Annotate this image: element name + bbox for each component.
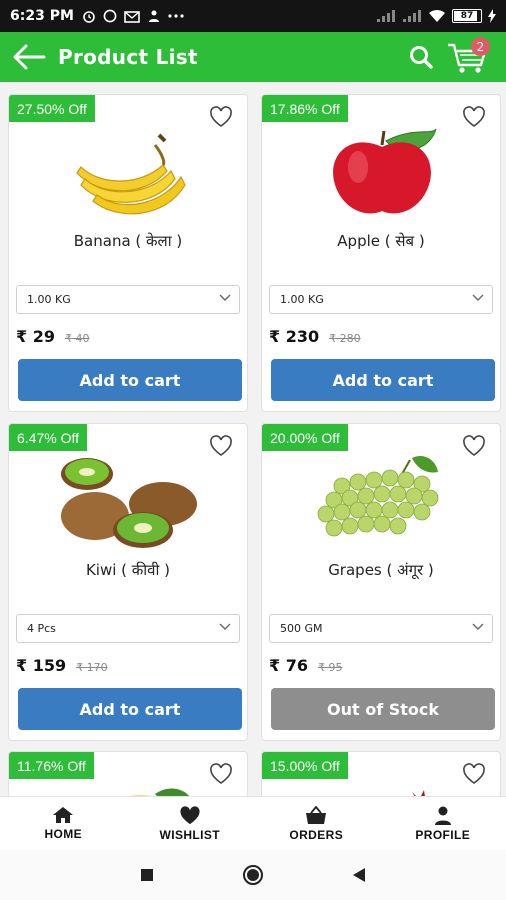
original-price: ₹ 170	[76, 661, 108, 674]
product-name: Kiwi ( कीवी )	[85, 561, 171, 579]
add-to-cart-button[interactable]: Add to cart	[18, 688, 242, 730]
chevron-down-icon	[219, 294, 231, 301]
back-button[interactable]	[0, 32, 58, 82]
product-grid: 27.50% Off Banana ( केला ) 1.00 KG ₹ 29 …	[0, 82, 506, 796]
product-name: Apple ( सेब )	[337, 232, 425, 250]
price-row: ₹ 29 ₹ 40	[16, 327, 89, 346]
add-to-cart-button[interactable]: Add to cart	[18, 359, 242, 401]
cart-count-badge: 2	[471, 37, 490, 56]
wishlist-heart-icon[interactable]	[462, 763, 486, 785]
bottom-navigation: HOME WISHLIST ORDERS PROFILE	[0, 796, 506, 850]
product-card[interactable]: 6.47% Off Kiwi ( कीवी ) 4 Pcs ₹ 159 ₹ 17…	[8, 423, 248, 741]
mail-icon	[124, 10, 140, 23]
nav-home[interactable]: HOME	[0, 797, 127, 850]
search-button[interactable]	[404, 40, 438, 74]
banana-image	[76, 133, 186, 215]
whatsapp-icon	[103, 9, 117, 23]
signal-icon	[377, 10, 395, 22]
back-triangle-icon[interactable]	[352, 867, 366, 883]
app-bar: Product List 2	[0, 32, 506, 82]
variant-select[interactable]: 500 GM	[269, 614, 493, 643]
product-name: Banana ( केला )	[73, 232, 183, 250]
home-icon	[53, 807, 74, 823]
variant-select[interactable]: 4 Pcs	[16, 614, 240, 643]
wishlist-heart-icon[interactable]	[462, 106, 486, 128]
charging-icon	[488, 9, 496, 23]
nav-label: WISHLIST	[159, 827, 221, 842]
variant-value: 1.00 KG	[27, 293, 71, 306]
product-card[interactable]: 17.86% Off Apple ( सेब ) 1.00 KG ₹ 230 ₹…	[261, 94, 501, 412]
wishlist-heart-icon[interactable]	[209, 763, 233, 785]
out-of-stock-button[interactable]: Out of Stock	[271, 688, 495, 730]
nav-label: PROFILE	[415, 827, 471, 842]
wishlist-heart-icon[interactable]	[462, 435, 486, 457]
battery-level: 87	[460, 11, 474, 21]
person-icon	[434, 806, 451, 825]
grapes-image	[317, 455, 439, 537]
heart-icon	[180, 805, 200, 824]
original-price: ₹ 40	[64, 332, 90, 345]
price: ₹ 159	[16, 656, 67, 675]
original-price: ₹ 280	[329, 332, 361, 345]
price-row: ₹ 230 ₹ 280	[269, 327, 361, 346]
variant-select[interactable]: 1.00 KG	[16, 285, 240, 314]
signal-icon-2	[403, 10, 421, 22]
product-card[interactable]: 27.50% Off Banana ( केला ) 1.00 KG ₹ 29 …	[8, 94, 248, 412]
system-navigation	[0, 850, 506, 900]
nav-wishlist[interactable]: WISHLIST	[127, 797, 254, 850]
add-to-cart-button[interactable]: Add to cart	[271, 359, 495, 401]
arrow-left-icon	[13, 44, 46, 70]
product-card[interactable]: 11.76% Off	[8, 751, 248, 796]
apple-image	[333, 128, 437, 214]
variant-value: 500 GM	[280, 622, 323, 635]
nav-label: ORDERS	[289, 827, 344, 842]
price-row: ₹ 76 ₹ 95	[269, 656, 342, 675]
cart-button[interactable]: 2	[444, 37, 492, 78]
page-title: Product List	[58, 45, 198, 69]
wifi-icon	[429, 9, 445, 22]
wishlist-heart-icon[interactable]	[209, 106, 233, 128]
price: ₹ 230	[269, 327, 320, 346]
search-icon	[410, 46, 433, 69]
pomegranate-image	[412, 790, 436, 796]
nav-profile[interactable]: PROFILE	[380, 797, 506, 850]
product-name: Grapes ( अंगूर )	[328, 561, 434, 579]
battery-icon: 87	[452, 9, 482, 23]
chevron-down-icon	[219, 623, 231, 630]
wishlist-heart-icon[interactable]	[209, 435, 233, 457]
recent-apps-icon[interactable]	[140, 868, 154, 882]
person-status-icon	[148, 10, 159, 22]
price-row: ₹ 159 ₹ 170	[16, 656, 108, 675]
basket-icon	[306, 805, 327, 824]
nav-orders[interactable]: ORDERS	[253, 797, 380, 850]
chevron-down-icon	[472, 623, 484, 630]
status-time: 6:23 PM	[10, 8, 74, 24]
variant-value: 1.00 KG	[280, 293, 324, 306]
chevron-down-icon	[472, 294, 484, 301]
nav-label: HOME	[44, 827, 83, 841]
notification-icons	[82, 9, 184, 23]
price: ₹ 29	[16, 327, 55, 346]
system-status: 87	[376, 9, 496, 23]
product-card[interactable]: 20.00% Off Grapes ( अंगूर ) 500 GM ₹ 76	[261, 423, 501, 741]
home-circle-icon[interactable]	[242, 864, 264, 886]
more-icon	[168, 14, 184, 18]
kiwi-image	[61, 458, 197, 548]
original-price: ₹ 95	[317, 661, 343, 674]
product-card[interactable]: 15.00% Off	[261, 751, 501, 796]
mango-image	[130, 788, 190, 796]
variant-value: 4 Pcs	[27, 622, 56, 635]
variant-select[interactable]: 1.00 KG	[269, 285, 493, 314]
price: ₹ 76	[269, 656, 308, 675]
alarm-icon	[83, 11, 95, 23]
status-bar: 6:23 PM 87	[0, 0, 506, 32]
